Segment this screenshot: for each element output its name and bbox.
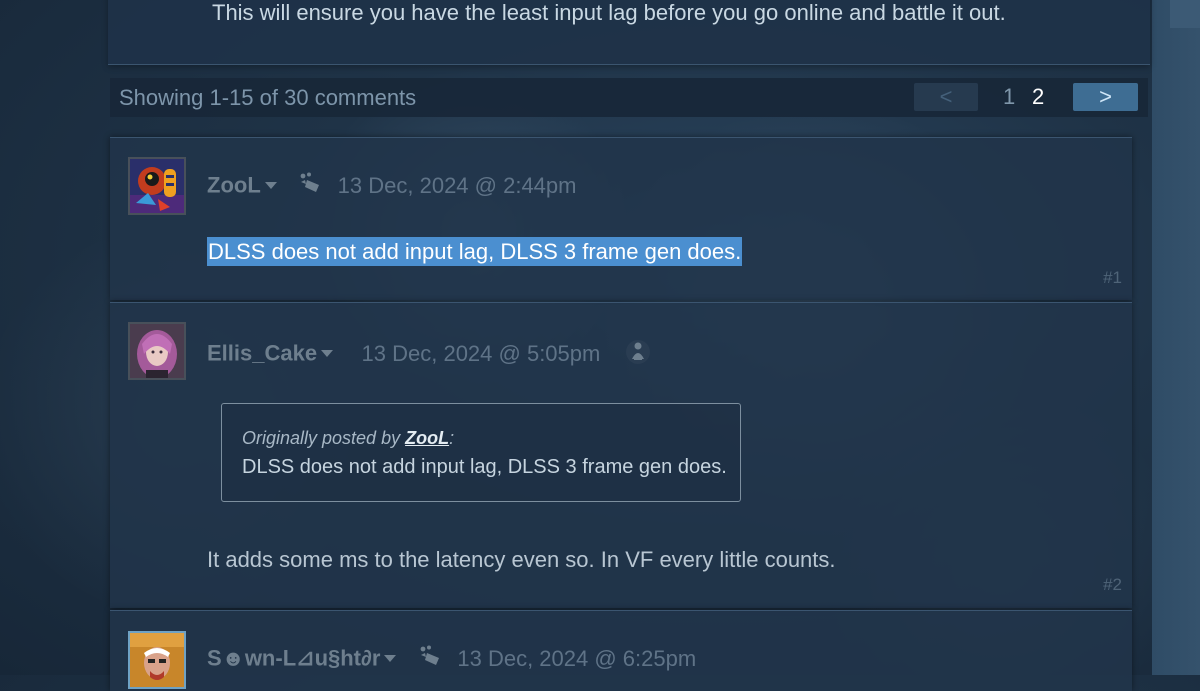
avatar[interactable]: [128, 631, 186, 689]
author-dropdown-caret-icon[interactable]: [321, 350, 334, 357]
award-figure-icon[interactable]: [625, 337, 651, 370]
comment-card: Ellis_Cake 13 Dec, 2024 @ 5:05pm Origina…: [110, 302, 1132, 608]
comment-body: It adds some ms to the latency even so. …: [207, 547, 836, 572]
game-controller-icon: [419, 645, 443, 672]
comment-author-link[interactable]: S☻wn-L⊿u§ht∂r: [207, 646, 380, 671]
comment-timestamp: 13 Dec, 2024 @ 5:05pm: [361, 340, 601, 366]
comment-number[interactable]: #1: [1103, 268, 1122, 288]
comment-timestamp: 13 Dec, 2024 @ 6:25pm: [457, 645, 697, 671]
avatar-image: [130, 324, 184, 378]
author-dropdown-caret-icon[interactable]: [264, 182, 277, 189]
comment-card: S☻wn-L⊿u§ht∂r 13 Dec, 2024 @ 6:25pm: [110, 610, 1132, 691]
quote-prefix: Originally posted by: [242, 428, 406, 448]
selected-text-highlight[interactable]: DLSS does not add input lag, DLSS 3 fram…: [207, 237, 743, 266]
quoted-reply-box: Originally posted by ZooL: DLSS does not…: [221, 403, 741, 502]
avatar-image: [130, 633, 184, 687]
avatar-image: [130, 159, 184, 213]
next-page-button[interactable]: >: [1073, 83, 1138, 111]
original-post-panel: This will ensure you have the least inpu…: [108, 0, 1150, 65]
page-link-2-current: 2: [1032, 84, 1045, 109]
comment-number[interactable]: #2: [1103, 575, 1122, 595]
page-link-1[interactable]: 1: [1003, 84, 1015, 110]
prev-page-button[interactable]: <: [914, 83, 978, 111]
avatar[interactable]: [128, 157, 186, 215]
author-dropdown-caret-icon[interactable]: [384, 655, 397, 662]
quote-suffix: :: [449, 428, 455, 448]
game-controller-icon: [299, 172, 323, 199]
avatar[interactable]: [128, 322, 186, 380]
comment-timestamp: 13 Dec, 2024 @ 2:44pm: [337, 172, 577, 198]
original-post-text: This will ensure you have the least inpu…: [212, 0, 1006, 25]
comment-header: Ellis_Cake 13 Dec, 2024 @ 5:05pm: [207, 337, 651, 367]
comment-header: S☻wn-L⊿u§ht∂r 13 Dec, 2024 @ 6:25pm: [207, 645, 696, 675]
page-right-edge: [1152, 0, 1200, 675]
comment-header: ZooL 13 Dec, 2024 @ 2:44pm: [207, 172, 576, 202]
comment-card: ZooL 13 Dec, 2024 @ 2:44pm DLSS does not…: [110, 137, 1132, 300]
top-right-corner-element: [1170, 0, 1200, 28]
comment-author-link[interactable]: Ellis_Cake: [207, 341, 317, 366]
quote-author-link[interactable]: ZooL: [405, 428, 449, 448]
quote-attribution: Originally posted by ZooL:: [242, 428, 454, 449]
comment-author-link[interactable]: ZooL: [207, 173, 261, 198]
quote-text: DLSS does not add input lag, DLSS 3 fram…: [242, 456, 727, 478]
comment-body: DLSS does not add input lag, DLSS 3 fram…: [207, 237, 743, 266]
comments-count-summary: Showing 1-15 of 30 comments: [119, 85, 417, 110]
comments-pagination-bar: Showing 1-15 of 30 comments < 1 2 >: [110, 78, 1148, 117]
